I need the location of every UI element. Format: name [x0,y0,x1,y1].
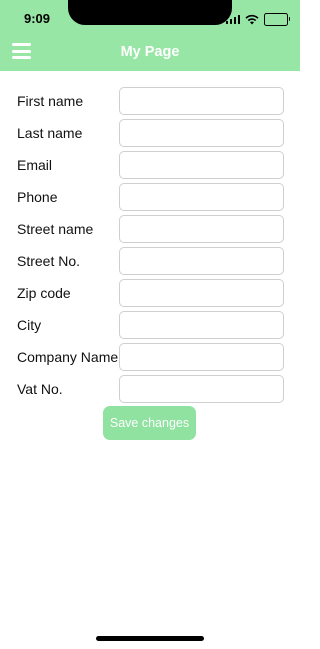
form-row-phone: Phone [0,183,300,211]
form-row-street-name: Street name [0,215,300,243]
form-row-zip-code: Zip code [0,279,300,307]
device-notch [68,0,232,25]
form-row-last-name: Last name [0,119,300,147]
company-name-label: Company Name [17,349,119,365]
city-label: City [17,317,42,333]
company-name-field[interactable] [119,343,284,371]
vat-number-label: Vat No. [17,381,63,397]
street-name-field[interactable] [119,215,284,243]
last-name-label: Last name [17,125,83,141]
app-header: 9:09 My Page [0,0,300,71]
form-row-first-name: First name [0,87,300,115]
phone-field[interactable] [119,183,284,211]
city-field[interactable] [119,311,284,339]
zip-code-field[interactable] [119,279,284,307]
last-name-field[interactable] [119,119,284,147]
form-row-company-name: Company Name [0,343,300,371]
status-time: 9:09 [24,11,51,26]
form-row-email: Email [0,151,300,179]
form-row-vat-number: Vat No. [0,375,300,403]
battery-icon [264,12,290,26]
first-name-label: First name [17,93,84,109]
save-changes-button[interactable]: Save changes [103,406,196,440]
signal-icon [225,14,240,24]
wifi-icon [245,14,259,24]
street-number-label: Street No. [17,253,81,269]
phone-label: Phone [17,189,58,205]
form-row-city: City [0,311,300,339]
page-title: My Page [120,44,180,60]
first-name-field[interactable] [119,87,284,115]
email-label: Email [17,157,53,173]
street-number-field[interactable] [119,247,284,275]
vat-number-field[interactable] [119,375,284,403]
street-name-label: Street name [17,221,94,237]
zip-code-label: Zip code [17,285,71,301]
status-icons [225,12,290,26]
email-field[interactable] [119,151,284,179]
home-indicator[interactable] [96,636,204,641]
form-row-street-number: Street No. [0,247,300,275]
